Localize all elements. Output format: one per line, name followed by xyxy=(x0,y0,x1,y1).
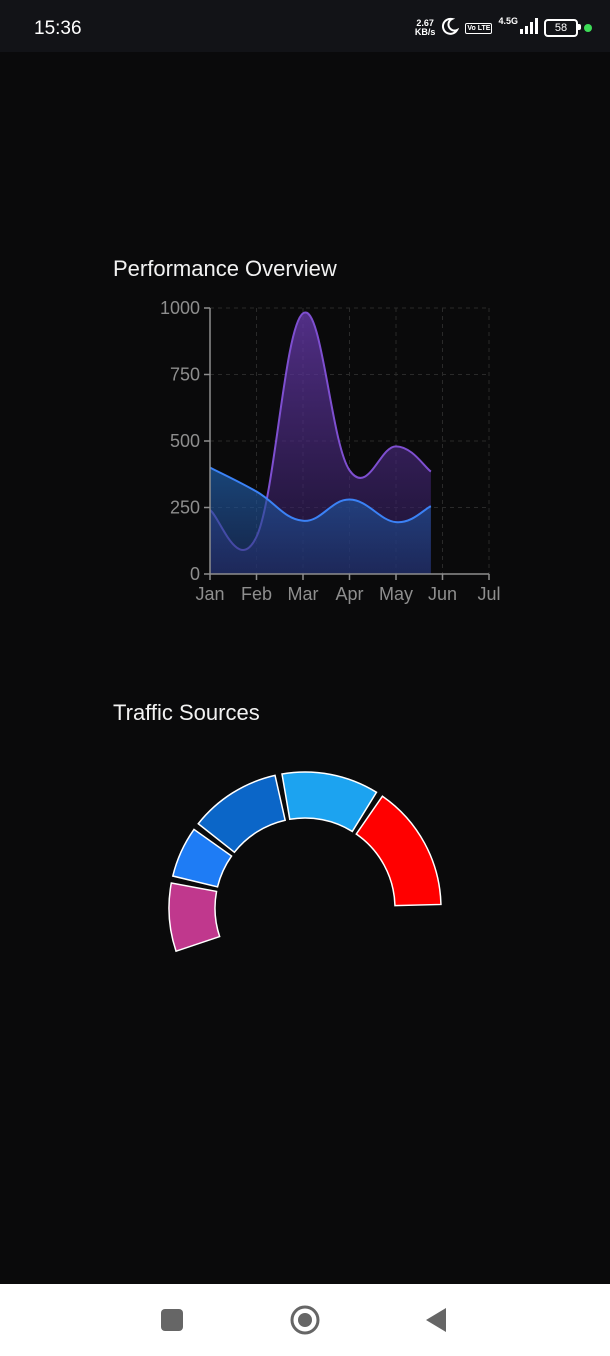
x-tick-label: Apr xyxy=(335,584,363,604)
x-tick-label: Mar xyxy=(288,584,319,604)
y-tick-label: 500 xyxy=(170,431,200,451)
x-tick-label: Jul xyxy=(477,584,500,604)
recents-button[interactable] xyxy=(142,1284,202,1356)
x-tick-label: May xyxy=(379,584,413,604)
home-button[interactable] xyxy=(275,1284,335,1356)
navigation-bar xyxy=(0,1284,610,1356)
back-triangle-icon xyxy=(426,1308,446,1332)
charts-canvas: 0 250 500 750 1000 Jan Feb Mar Apr May Jun Jul xyxy=(160,298,501,953)
circle-icon xyxy=(290,1305,320,1335)
donut-slice-5 xyxy=(355,795,442,907)
x-tick-label: Jun xyxy=(428,584,457,604)
x-tick-label: Jan xyxy=(195,584,224,604)
y-tick-label: 750 xyxy=(170,365,200,385)
square-icon xyxy=(161,1309,183,1331)
donut-slice-1 xyxy=(168,882,221,953)
y-tick-label: 0 xyxy=(190,564,200,584)
y-tick-label: 1000 xyxy=(160,298,200,318)
y-tick-label: 250 xyxy=(170,498,200,518)
x-tick-label: Feb xyxy=(241,584,272,604)
donut-slice-4 xyxy=(281,771,378,833)
donut-slice-3 xyxy=(197,774,287,854)
back-button[interactable] xyxy=(406,1284,466,1356)
